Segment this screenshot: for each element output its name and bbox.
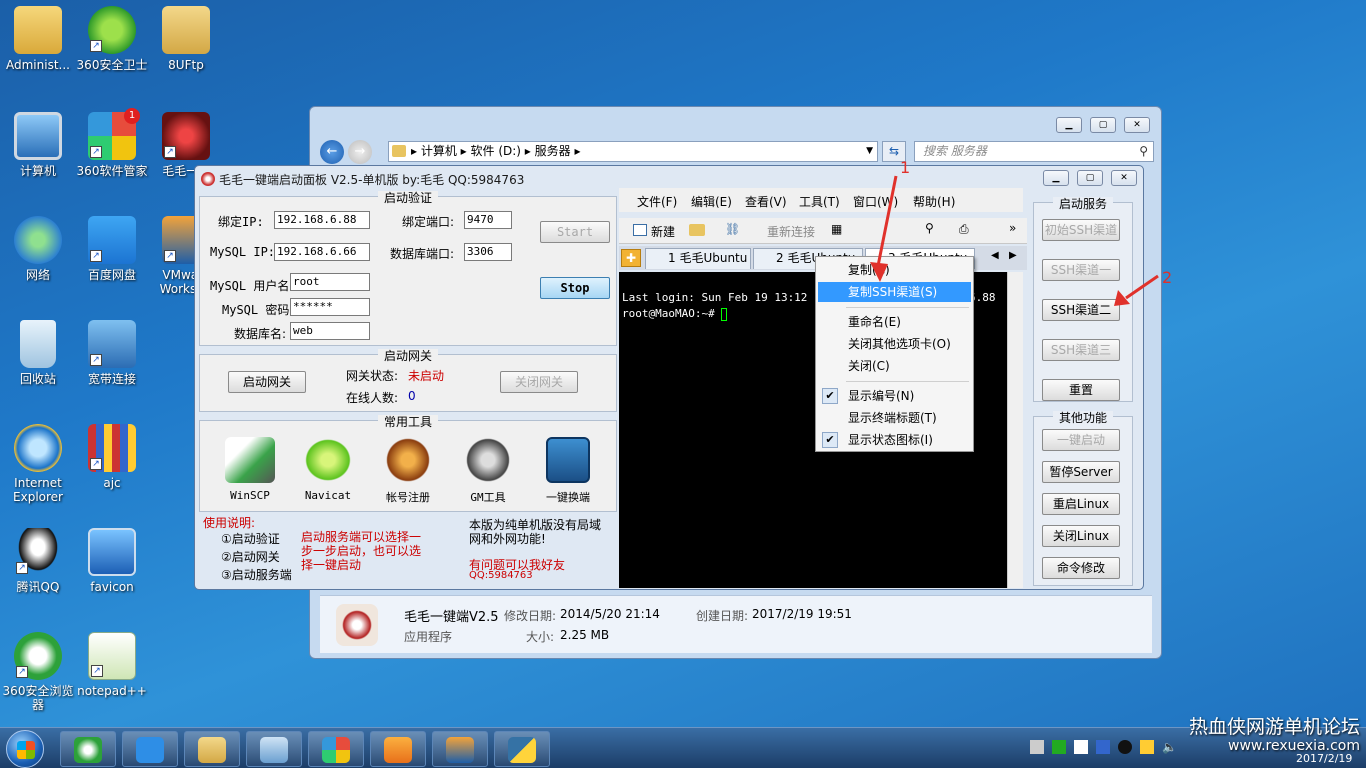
windows-logo-icon	[17, 741, 35, 759]
tray-icon[interactable]	[1074, 740, 1088, 754]
watermark-title: 热血侠网游单机论坛	[1188, 716, 1360, 738]
annotation-label-2: 2	[1162, 268, 1173, 287]
baidu-cloud-icon	[136, 737, 164, 763]
tray-icon[interactable]	[1096, 740, 1110, 754]
annotation-arrow-2	[1114, 274, 1159, 306]
taskbar-baidu-disk[interactable]	[122, 731, 178, 767]
360-browser-icon	[74, 737, 102, 763]
taskbar-python[interactable]	[494, 731, 550, 767]
watermark-url: www.rexuexia.com	[1228, 738, 1360, 754]
python-icon	[508, 737, 536, 763]
annotation-label-1: 1	[900, 158, 911, 177]
remote-desktop-icon	[260, 737, 288, 763]
taskbar: 🔈 2017/2/19	[0, 727, 1366, 768]
360-software-manager-icon	[322, 737, 350, 763]
tray-icon[interactable]	[1052, 740, 1066, 754]
folder-icon	[198, 737, 226, 763]
taskbar-media-player[interactable]	[370, 731, 426, 767]
system-tray: 🔈	[1030, 740, 1190, 756]
taskbar-vmware[interactable]	[432, 731, 488, 767]
tray-icon[interactable]	[1030, 740, 1044, 754]
taskbar-360-software[interactable]	[308, 731, 364, 767]
taskbar-360-browser[interactable]	[60, 731, 116, 767]
vmware-icon	[446, 737, 474, 763]
watermark: 热血侠网游单机论坛 www.rexuexia.com	[1174, 716, 1360, 754]
taskbar-explorer[interactable]	[184, 731, 240, 767]
tray-icon[interactable]	[1118, 740, 1132, 754]
start-button[interactable]	[6, 730, 44, 768]
taskbar-remote-desktop[interactable]	[246, 731, 302, 767]
tray-icon[interactable]	[1140, 740, 1154, 754]
annotation-arrow-1	[870, 175, 898, 282]
annotation-arrows	[870, 175, 1159, 306]
media-player-icon	[384, 737, 412, 763]
